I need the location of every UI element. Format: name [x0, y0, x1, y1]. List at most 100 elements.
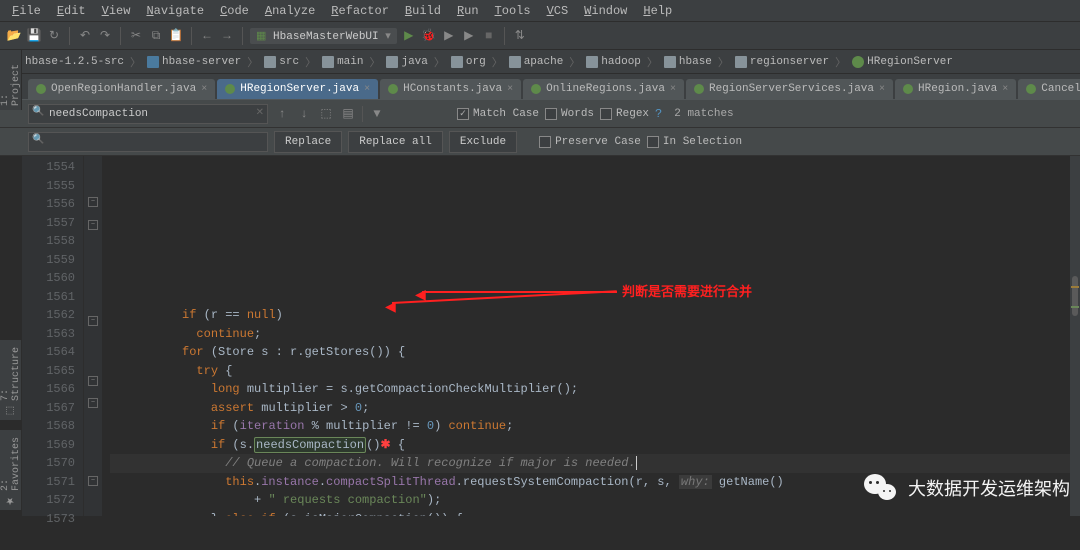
code-line-1556[interactable]: for (Store s : r.getStores()) {	[110, 343, 1080, 362]
annotation-text: 判断是否需要进行合并	[622, 284, 752, 303]
tab-HRegionServer-java[interactable]: HRegionServer.java×	[217, 79, 378, 99]
favorites-toolwindow-tab[interactable]: ★2: Favorites	[0, 430, 22, 510]
menu-edit[interactable]: Edit	[49, 2, 94, 20]
replace-bar: 🔍 Replace Replace all Exclude Preserve C…	[0, 128, 1080, 156]
forward-icon[interactable]: →	[219, 28, 235, 44]
close-icon[interactable]: ×	[670, 84, 676, 95]
menu-code[interactable]: Code	[212, 2, 257, 20]
code-line-1555[interactable]: continue;	[110, 325, 1080, 344]
filter-icon[interactable]: ▼	[369, 106, 385, 122]
debug-icon[interactable]: 🐞	[421, 28, 437, 44]
find-bar: 🔍 ✕ ↑ ↓ ⬚ ▤ ▼ Match Case Words Regex ? 2…	[0, 100, 1080, 128]
editor-tabs: OpenRegionHandler.java×HRegionServer.jav…	[0, 74, 1080, 100]
breadcrumb-bar: hbase-1.2.5-src〉hbase-server〉src〉main〉ja…	[0, 50, 1080, 74]
clear-icon[interactable]: ✕	[256, 107, 264, 119]
search-icon: 🔍	[32, 106, 44, 118]
menu-file[interactable]: File	[4, 2, 49, 20]
main-toolbar: 📂 💾 ↻ ↶ ↷ ✂ ⧉ 📋 ← → ▦ HbaseMasterWebUI ▾…	[0, 22, 1080, 50]
redo-icon[interactable]: ↷	[97, 28, 113, 44]
menu-build[interactable]: Build	[397, 2, 449, 20]
close-icon[interactable]: ×	[1002, 84, 1008, 95]
exclude-button[interactable]: Exclude	[449, 131, 517, 153]
menu-vcs[interactable]: VCS	[539, 2, 577, 20]
menu-run[interactable]: Run	[449, 2, 487, 20]
replace-icon: 🔍	[32, 134, 44, 146]
menu-view[interactable]: View	[94, 2, 139, 20]
menu-window[interactable]: Window	[576, 2, 635, 20]
code-line-1558[interactable]: long multiplier = s.getCompactionCheckMu…	[110, 380, 1080, 399]
breadcrumb-org[interactable]: org	[447, 55, 490, 69]
tab-RegionServerServices-java[interactable]: RegionServerServices.java×	[686, 79, 893, 99]
breadcrumb-main[interactable]: main	[318, 55, 367, 69]
next-match-icon[interactable]: ↓	[296, 106, 312, 122]
breadcrumb-hregionserver[interactable]: HRegionServer	[848, 55, 957, 69]
regex-check[interactable]: Regex	[600, 108, 649, 120]
multiselect-icon[interactable]: ▤	[340, 106, 356, 122]
code-line-1560[interactable]: if (iteration % multiplier != 0) continu…	[110, 417, 1080, 436]
match-count: 2 matches	[674, 108, 733, 120]
replace-button[interactable]: Replace	[274, 131, 342, 153]
code-line-1557[interactable]: try {	[110, 362, 1080, 381]
project-toolwindow-tab[interactable]: 1: Project	[0, 50, 22, 110]
close-icon[interactable]: ×	[201, 84, 207, 95]
structure-toolwindow-tab[interactable]: ⬚7: Structure	[0, 340, 22, 420]
editor: 1554155515561557155815591560156115621563…	[22, 156, 1080, 516]
run-icon[interactable]: ▶	[401, 28, 417, 44]
breadcrumb-apache[interactable]: apache	[505, 55, 568, 69]
breadcrumb-hbase-1.2.5-src[interactable]: hbase-1.2.5-src	[6, 55, 128, 69]
menu-analyze[interactable]: Analyze	[257, 2, 323, 20]
code-line-1554[interactable]: if (r == null)	[110, 306, 1080, 325]
back-icon[interactable]: ←	[199, 28, 215, 44]
replace-input[interactable]	[28, 132, 268, 152]
run-config-selector[interactable]: ▦ HbaseMasterWebUI ▾	[250, 28, 397, 44]
menu-bar: FileEditViewNavigateCodeAnalyzeRefactorB…	[0, 0, 1080, 22]
save-icon[interactable]: 💾	[26, 28, 42, 44]
close-icon[interactable]: ×	[879, 84, 885, 95]
menu-tools[interactable]: Tools	[487, 2, 539, 20]
fold-column[interactable]: −−−−−−	[84, 156, 102, 516]
copy-icon[interactable]: ⧉	[148, 28, 164, 44]
words-check[interactable]: Words	[545, 108, 594, 120]
refresh-icon[interactable]: ↻	[46, 28, 62, 44]
menu-refactor[interactable]: Refactor	[323, 2, 397, 20]
wechat-icon	[862, 470, 898, 506]
select-all-icon[interactable]: ⬚	[318, 106, 334, 122]
paste-icon[interactable]: 📋	[168, 28, 184, 44]
replace-all-button[interactable]: Replace all	[348, 131, 443, 153]
breadcrumb-hbase[interactable]: hbase	[660, 55, 716, 69]
code-line-1561[interactable]: if (s.needsCompaction()✱ {	[110, 436, 1080, 455]
watermark: 大数据开发运维架构	[862, 470, 1070, 506]
tab-HRegion-java[interactable]: HRegion.java×	[895, 79, 1016, 99]
breadcrumb-hbase-server[interactable]: hbase-server	[143, 55, 245, 69]
code-area[interactable]: 判断是否需要进行合并 ◀ ◀ if (r == null) continue; …	[102, 156, 1080, 516]
tab-HConstants-java[interactable]: HConstants.java×	[380, 79, 521, 99]
vcs-icon[interactable]: ⇅	[512, 28, 528, 44]
find-input[interactable]	[28, 104, 268, 124]
in-selection-check[interactable]: In Selection	[647, 136, 742, 148]
breadcrumb-java[interactable]: java	[382, 55, 431, 69]
prev-match-icon[interactable]: ↑	[274, 106, 290, 122]
breadcrumb-hadoop[interactable]: hadoop	[582, 55, 645, 69]
breadcrumb-src[interactable]: src	[260, 55, 303, 69]
tab-OnlineRegions-java[interactable]: OnlineRegions.java×	[523, 79, 684, 99]
breadcrumb-regionserver[interactable]: regionserver	[731, 55, 833, 69]
match-case-check[interactable]: Match Case	[457, 108, 539, 120]
coverage-icon[interactable]: ▶	[441, 28, 457, 44]
code-line-1565[interactable]: } else if (s.isMajorCompaction()) {	[110, 510, 1080, 517]
code-line-1559[interactable]: assert multiplier > 0;	[110, 399, 1080, 418]
regex-help[interactable]: ?	[655, 107, 662, 121]
stop-icon[interactable]: ■	[481, 28, 497, 44]
line-gutter[interactable]: 1554155515561557155815591560156115621563…	[22, 156, 84, 516]
close-icon[interactable]: ×	[364, 84, 370, 95]
cut-icon[interactable]: ✂	[128, 28, 144, 44]
menu-help[interactable]: Help	[635, 2, 680, 20]
tab-CancelableProgressable-java[interactable]: CancelableProgressable.java×	[1018, 79, 1080, 99]
undo-icon[interactable]: ↶	[77, 28, 93, 44]
preserve-case-check[interactable]: Preserve Case	[539, 136, 641, 148]
menu-navigate[interactable]: Navigate	[138, 2, 212, 20]
profile-icon[interactable]: ▶	[461, 28, 477, 44]
editor-scrollbar[interactable]	[1070, 156, 1080, 516]
close-icon[interactable]: ×	[507, 84, 513, 95]
open-icon[interactable]: 📂	[6, 28, 22, 44]
tab-OpenRegionHandler-java[interactable]: OpenRegionHandler.java×	[28, 79, 215, 99]
